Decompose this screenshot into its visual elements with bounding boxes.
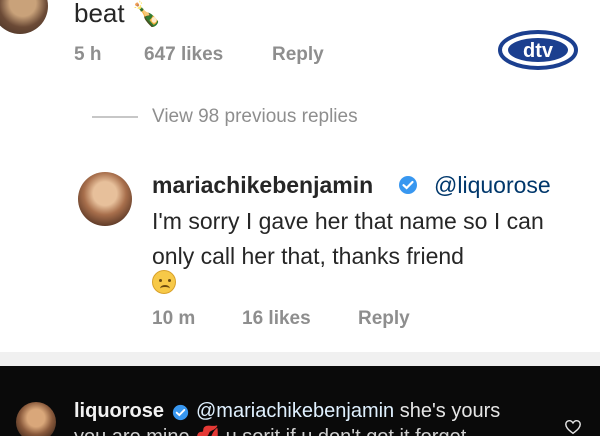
comment-text-line2: you are mine 💋 u sorit if u don't got it… [74,424,466,436]
disappointed-face-icon [152,270,176,294]
mention-link[interactable]: @liquorose [434,172,551,199]
comment-text: @mariachikebenjamin she's yours [196,400,500,423]
mention-link[interactable]: @mariachikebenjamin [196,400,394,422]
avatar[interactable] [0,0,48,34]
comment-body: she's yours [399,400,501,422]
username[interactable]: mariachikebenjamin [152,172,373,199]
reply-text: I'm sorry I gave her that name so I can … [152,208,544,269]
divider-line [92,116,138,118]
dtv-logo: dtv [498,30,578,70]
reply-button[interactable]: Reply [358,308,410,330]
view-previous-replies[interactable]: View 98 previous replies [92,106,358,128]
logo-text: dtv [523,40,554,62]
view-replies-label[interactable]: View 98 previous replies [152,106,358,128]
bottle-icon: 🍾 [131,1,162,28]
section-divider [0,352,600,366]
verified-badge-icon [172,404,189,421]
reply-button[interactable]: Reply [272,44,324,66]
avatar[interactable] [16,402,56,436]
comment-body: beat [74,0,125,28]
username[interactable]: liquorose [74,400,164,423]
comment-likes[interactable]: 647 likes [144,44,223,66]
comment-likes[interactable]: 16 likes [242,308,311,330]
dark-comment: liquorose @mariachikebenjamin she's your… [0,366,600,436]
comment-time: 5 h [74,44,102,65]
verified-badge-icon [399,176,417,194]
comment-text: beat 🍾 [74,0,162,29]
avatar[interactable] [78,172,132,226]
comment-time: 10 m [152,308,196,329]
heart-icon[interactable] [564,418,582,436]
